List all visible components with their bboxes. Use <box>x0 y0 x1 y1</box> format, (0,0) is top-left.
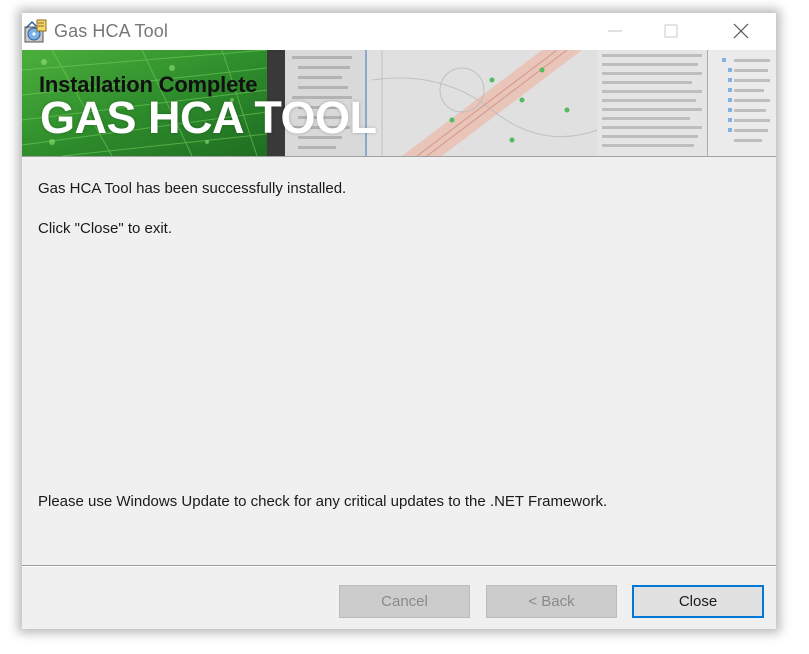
banner-divider <box>22 156 776 157</box>
close-window-button[interactable] <box>718 13 764 50</box>
minimize-button[interactable] <box>592 13 638 50</box>
maximize-icon <box>664 24 678 38</box>
installed-message: Gas HCA Tool has been successfully insta… <box>38 180 347 197</box>
close-button[interactable]: Close <box>632 585 764 618</box>
banner-product-title: GAS HCA TOOL <box>40 92 377 143</box>
maximize-button[interactable] <box>648 13 694 50</box>
windows-update-notice: Please use Windows Update to check for a… <box>38 493 608 510</box>
close-icon <box>733 23 749 39</box>
installer-window: Gas HCA Tool Installation Complete GAS H… <box>22 13 776 629</box>
close-instruction: Click "Close" to exit. <box>38 220 173 237</box>
title-bar[interactable]: Gas HCA Tool <box>22 13 776 50</box>
window-title: Gas HCA Tool <box>54 21 168 41</box>
installer-disc-icon <box>24 18 48 44</box>
banner: Installation Complete GAS HCA TOOL <box>22 50 776 156</box>
minimize-icon <box>608 30 622 32</box>
back-button[interactable]: < Back <box>486 585 617 618</box>
footer-divider-highlight <box>22 566 776 567</box>
cancel-button[interactable]: Cancel <box>339 585 470 618</box>
